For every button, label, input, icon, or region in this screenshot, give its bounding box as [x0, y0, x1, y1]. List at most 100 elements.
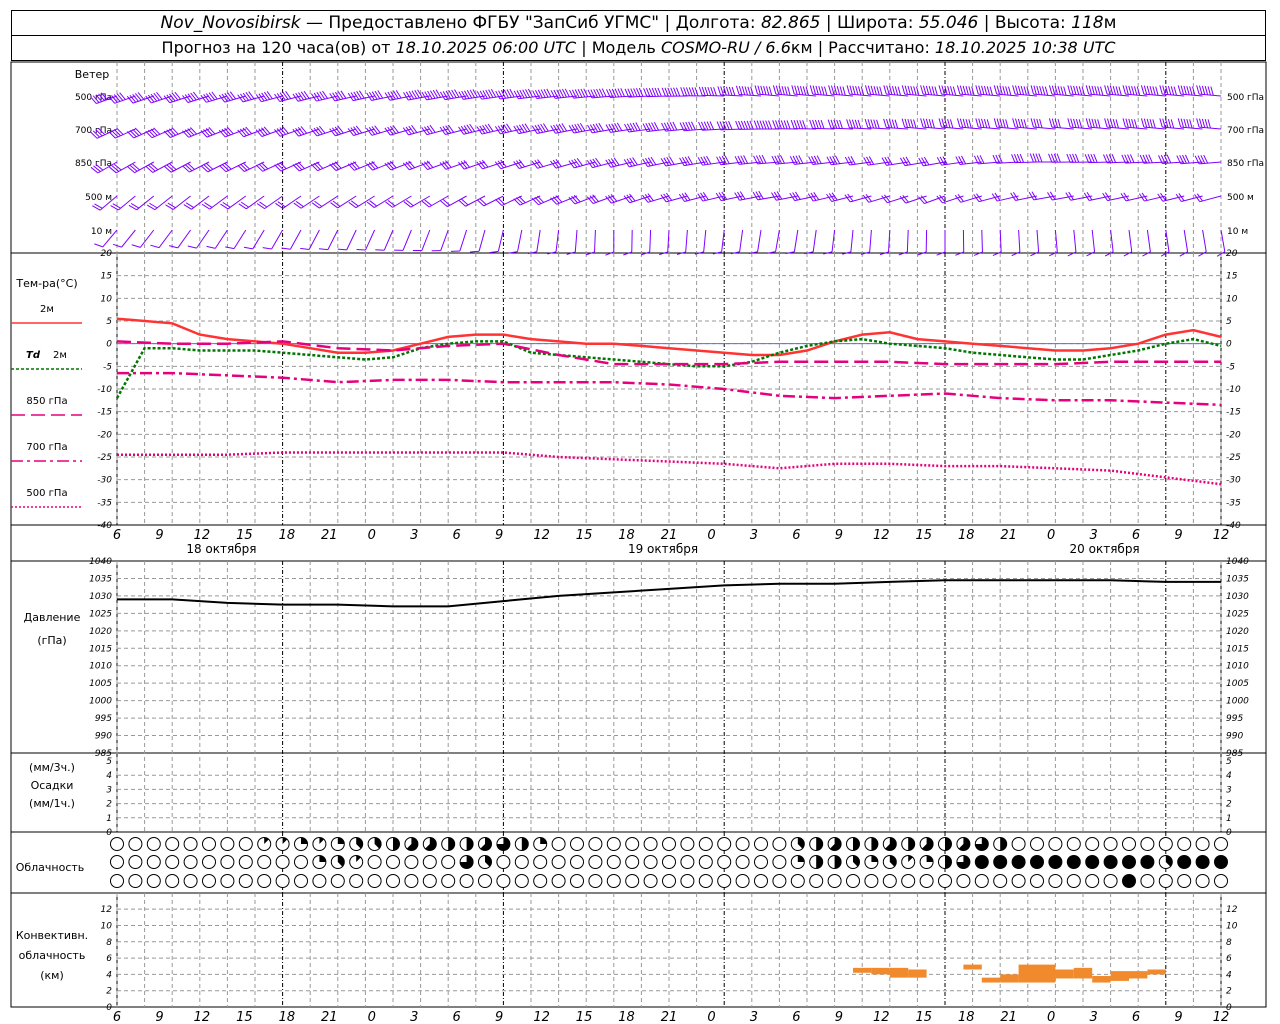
- wind-barb: [1194, 193, 1222, 203]
- cloud-symbol-circle: [146, 855, 161, 869]
- cloud-symbol: [441, 855, 456, 869]
- cloud-symbol: [1195, 855, 1210, 869]
- pressure-ytick-right: 1000: [1226, 697, 1249, 707]
- wind-barb: [527, 229, 541, 255]
- wind-barb-feather: [920, 85, 924, 95]
- wind-barb-feather: [1183, 85, 1187, 95]
- cloud-symbol: [183, 855, 198, 869]
- wind-barb: [366, 161, 394, 171]
- cloud-symbol: [1158, 855, 1173, 869]
- wind-barb-feather: [747, 86, 751, 96]
- wind-barb-feather: [941, 118, 945, 128]
- cloud-symbol: [1158, 874, 1173, 888]
- wind-barb-feather: [300, 247, 310, 250]
- wind-barb-feather: [243, 246, 253, 250]
- cloud-symbol-circle: [1158, 837, 1173, 851]
- cloud-symbol-circle: [404, 874, 419, 888]
- wind-barb-feather: [894, 119, 899, 129]
- date-label: 20 октября: [1070, 542, 1140, 556]
- wind-barb: [975, 85, 1001, 97]
- cloud-symbol-fill: [448, 837, 455, 851]
- hour-label-bottom: 9: [155, 1010, 163, 1024]
- date-label: 18 октября: [186, 542, 256, 556]
- cloud-symbol-circle: [974, 874, 989, 888]
- wind-barb-feather: [920, 118, 924, 128]
- temp-ytick: 5: [106, 317, 112, 327]
- cloud-symbol-circle: [183, 874, 198, 888]
- cloud-symbol: [1030, 837, 1044, 851]
- wind-barb-feather: [1036, 85, 1040, 95]
- wind-barb-feather: [864, 118, 869, 128]
- legend-500: 500 гПа: [26, 488, 67, 499]
- hour-label: 9: [1174, 528, 1182, 543]
- cloud-symbol: [570, 837, 584, 851]
- hour-label: 0: [368, 528, 376, 543]
- wind-barb: [1012, 85, 1038, 97]
- conv-cloud-bar: [1073, 967, 1093, 979]
- wind-barb-feather: [1033, 118, 1037, 128]
- temp-ytick: -15: [97, 408, 112, 418]
- wind-barb-feather: [839, 86, 843, 96]
- wind-barb-feather: [670, 87, 675, 97]
- hour-label-bottom: 0: [707, 1010, 715, 1024]
- wind-barb-feather: [1125, 118, 1129, 128]
- wind-barb-feather: [1051, 118, 1056, 128]
- wind-barb-feather: [904, 85, 909, 95]
- wind-barb-feather: [1131, 86, 1135, 95]
- wind-barb-feather: [675, 87, 681, 97]
- pressure-unit: (гПа): [37, 634, 66, 647]
- cloud-symbol-circle: [846, 874, 860, 888]
- cloud-symbol: [974, 874, 989, 888]
- cloud-symbol-circle: [165, 855, 180, 869]
- cloud-symbol: [146, 855, 161, 869]
- cloud-symbol-circle: [1140, 874, 1155, 888]
- cloud-symbol: [1214, 855, 1228, 869]
- cloud-symbol: [294, 855, 308, 869]
- wind-barb-feather: [720, 86, 724, 96]
- wind-barb-feather: [772, 85, 777, 95]
- hour-label: 15: [576, 528, 593, 543]
- wind-barb-feather: [1051, 85, 1056, 95]
- wind-barb-feather: [1104, 118, 1108, 128]
- wind-barb: [1122, 85, 1148, 97]
- wind-barb: [131, 229, 155, 248]
- hour-label: 12: [873, 528, 890, 543]
- hour-label-bottom: 18: [618, 1010, 635, 1024]
- cloud-symbol: [606, 837, 621, 851]
- wind-barb-shaft: [574, 229, 578, 252]
- wind-barb-feather: [1128, 85, 1132, 95]
- cloud-symbol-circle: [330, 874, 345, 888]
- cloud-symbol: [1066, 855, 1081, 869]
- wind-barb-feather: [777, 120, 782, 130]
- wind-barb-feather: [1012, 118, 1016, 128]
- temp-ytick: -25: [97, 453, 112, 463]
- hour-label: 15: [915, 528, 932, 543]
- wind-barb: [785, 229, 799, 255]
- cloud-symbol-circle: [1030, 837, 1044, 851]
- wind-barb-feather: [907, 85, 911, 95]
- wind-barb-shaft: [981, 229, 983, 253]
- wind-barb-feather: [768, 86, 773, 96]
- cloud-symbol-circle: [662, 837, 676, 851]
- wind-barb-feather: [744, 86, 749, 96]
- cloud-symbol-fill: [816, 855, 823, 869]
- temp-ytick-right: 20: [1226, 249, 1238, 259]
- cloud-symbol: [349, 874, 364, 888]
- wind-barb-feather: [1173, 86, 1178, 96]
- legend-700: 700 гПа: [26, 442, 67, 453]
- wind-barb-feather: [1207, 119, 1211, 129]
- cloud-symbol: [238, 855, 253, 869]
- conv-cloud-bar: [1037, 964, 1056, 983]
- wind-barb-feather: [605, 251, 614, 256]
- wind-barb-feather: [688, 87, 693, 97]
- wind-barb: [347, 161, 375, 171]
- cloud-symbol-circle: [1177, 874, 1192, 888]
- wind-barb-feather: [1048, 118, 1053, 128]
- wind-barb-feather: [799, 86, 804, 95]
- wind-barb-feather: [698, 86, 703, 96]
- cloud-symbol: [938, 855, 952, 869]
- cloud-symbol: [496, 874, 511, 888]
- cloud-symbol: [1048, 837, 1063, 851]
- wind-barb: [623, 229, 633, 256]
- wind-barb-feather: [667, 87, 672, 97]
